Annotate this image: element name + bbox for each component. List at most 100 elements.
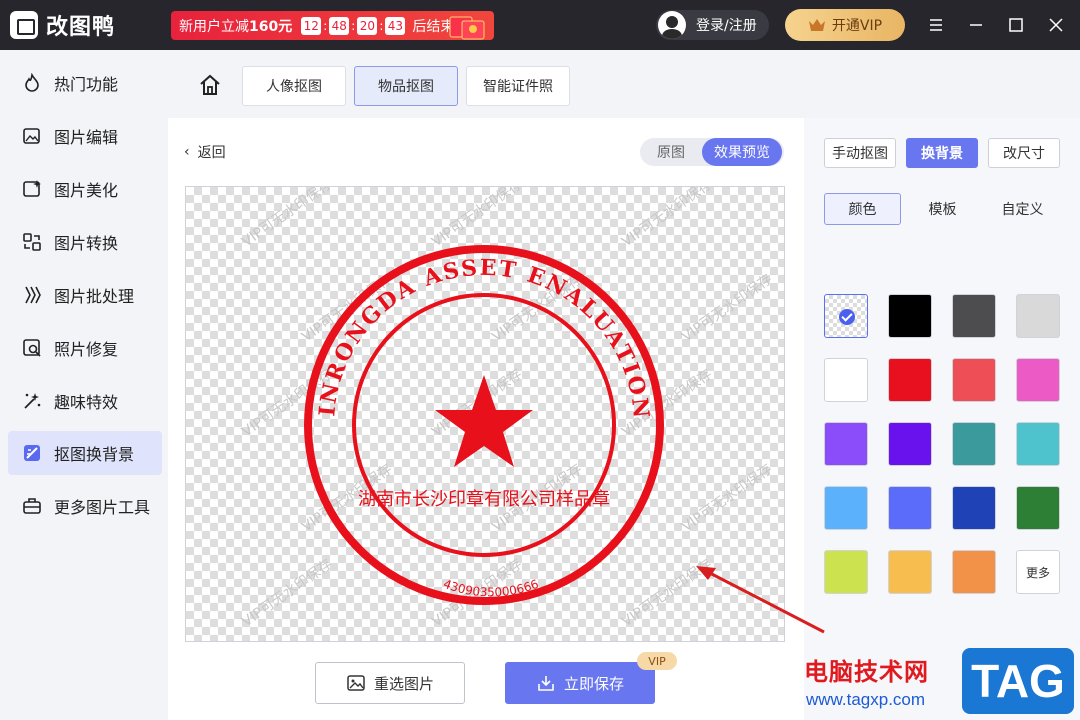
more-colors-button[interactable]: 更多 bbox=[1016, 550, 1060, 594]
color-swatch[interactable] bbox=[1016, 486, 1060, 530]
sidebar-item-label: 图片编辑 bbox=[54, 128, 119, 147]
color-swatch[interactable] bbox=[1016, 358, 1060, 402]
color-swatch[interactable] bbox=[824, 358, 868, 402]
annotation-arrow bbox=[696, 566, 825, 634]
color-swatch[interactable] bbox=[824, 486, 868, 530]
sidebar-item-label: 抠图换背景 bbox=[54, 445, 135, 464]
resize-button[interactable]: 改尺寸 bbox=[988, 138, 1060, 168]
avatar bbox=[658, 11, 686, 39]
color-swatch[interactable] bbox=[952, 294, 996, 338]
sidebar-item-hot[interactable]: 热门功能 bbox=[8, 61, 162, 105]
sidebar-item-beautify[interactable]: 图片美化 bbox=[8, 167, 162, 211]
image-edit-icon bbox=[23, 128, 40, 144]
sidebar-item-label: 趣味特效 bbox=[54, 393, 119, 412]
back-button[interactable]: ‹ 返回 bbox=[184, 142, 226, 162]
minimize-icon[interactable] bbox=[965, 14, 987, 36]
color-swatch[interactable] bbox=[888, 422, 932, 466]
sidebar: 热门功能 图片编辑 图片美化 图片转换 图片批处理 照片修复 趣味特效 抠图换背… bbox=[0, 50, 168, 720]
home-icon[interactable] bbox=[198, 74, 222, 96]
menu-icon[interactable] bbox=[925, 14, 947, 36]
color-swatch[interactable] bbox=[952, 550, 996, 594]
red-envelope-icon bbox=[449, 16, 485, 40]
app-logo: 改图鸭 bbox=[10, 9, 115, 41]
save-label: 立即保存 bbox=[563, 674, 624, 693]
toolbox-icon bbox=[23, 498, 41, 514]
tab-object-cutout[interactable]: 物品抠图 bbox=[354, 66, 458, 106]
photo-repair-icon bbox=[23, 339, 41, 357]
color-swatch[interactable] bbox=[952, 358, 996, 402]
stamp-inner-text: 湖南市长沙印章有限公司样品章 bbox=[358, 489, 610, 510]
sidebar-item-batch[interactable]: 图片批处理 bbox=[8, 273, 162, 317]
tab-bar: 人像抠图 物品抠图 智能证件照 bbox=[168, 50, 1080, 118]
color-swatch[interactable] bbox=[888, 550, 932, 594]
site-watermark: 电脑技术网 www.tagxp.com TAG bbox=[800, 646, 1080, 720]
sidebar-item-cutout[interactable]: 抠图换背景 bbox=[8, 431, 162, 475]
close-icon[interactable] bbox=[1045, 14, 1067, 36]
back-label: 返回 bbox=[197, 145, 226, 161]
cutout-icon bbox=[24, 445, 40, 461]
svg-text:HUNAN XINRONGDA ASSET ENALUATI: HUNAN XINRONGDA ASSET ENALUATION CO.,LTD… bbox=[186, 187, 654, 421]
sidebar-item-edit[interactable]: 图片编辑 bbox=[8, 114, 162, 158]
title-bar: 改图鸭 新用户立减 160元 12: 48: 20: 43 后结束 登录/注册 开… bbox=[0, 0, 1080, 50]
sidebar-item-label: 图片美化 bbox=[54, 181, 119, 200]
sidebar-item-label: 更多图片工具 bbox=[54, 498, 151, 517]
open-vip-label: 开通VIP bbox=[831, 18, 883, 34]
color-swatch[interactable] bbox=[1016, 422, 1060, 466]
promo-text: 新用户立减 bbox=[179, 18, 249, 35]
color-swatch[interactable] bbox=[888, 358, 932, 402]
sidebar-item-more-tools[interactable]: 更多图片工具 bbox=[8, 484, 162, 528]
color-swatch[interactable] bbox=[952, 486, 996, 530]
batch-icon bbox=[25, 286, 41, 304]
chevron-left-icon: ‹ bbox=[184, 144, 190, 160]
app-title: 改图鸭 bbox=[46, 15, 116, 40]
manual-cutout-button[interactable]: 手动抠图 bbox=[824, 138, 896, 168]
site-name: 电脑技术网 bbox=[804, 658, 929, 686]
countdown-seconds: 20 bbox=[357, 16, 378, 35]
view-toggle: 原图 效果预览 bbox=[640, 138, 784, 166]
stamp-star bbox=[435, 375, 533, 467]
tab-template[interactable]: 模板 bbox=[904, 193, 981, 225]
color-swatch[interactable] bbox=[952, 422, 996, 466]
stamp-outer-text: HUNAN XINRONGDA ASSET ENALUATION CO.,LTD… bbox=[186, 187, 652, 421]
maximize-icon[interactable] bbox=[1005, 14, 1027, 36]
change-background-button[interactable]: 换背景 bbox=[906, 138, 978, 168]
countdown-ms: 43 bbox=[385, 16, 406, 35]
site-tag-logo: TAG bbox=[962, 648, 1074, 714]
image-beautify-icon bbox=[23, 180, 41, 197]
sparkle-icon bbox=[24, 393, 41, 409]
download-icon bbox=[538, 676, 554, 691]
vip-badge: VIP bbox=[637, 652, 677, 670]
promo-banner[interactable]: 新用户立减 160元 12: 48: 20: 43 后结束 bbox=[171, 11, 494, 40]
login-label: 登录/注册 bbox=[696, 18, 757, 34]
sidebar-item-repair[interactable]: 照片修复 bbox=[8, 326, 162, 370]
image-icon bbox=[347, 675, 365, 691]
swatch-transparent[interactable] bbox=[824, 294, 868, 338]
main-area: 人像抠图 物品抠图 智能证件照 ‹ 返回 原图 效果预览 VIP可无水印保存 VI… bbox=[168, 50, 1080, 720]
tab-custom[interactable]: 自定义 bbox=[984, 193, 1061, 225]
color-swatch[interactable] bbox=[1016, 294, 1060, 338]
color-swatch[interactable] bbox=[888, 294, 932, 338]
toggle-preview[interactable]: 效果预览 bbox=[702, 138, 782, 166]
login-button[interactable]: 登录/注册 bbox=[656, 10, 769, 40]
sidebar-item-label: 图片批处理 bbox=[54, 287, 135, 306]
check-icon bbox=[839, 309, 855, 325]
reselect-image-button[interactable]: 重选图片 bbox=[315, 662, 465, 704]
tab-portrait-cutout[interactable]: 人像抠图 bbox=[242, 66, 346, 106]
tab-color[interactable]: 颜色 bbox=[824, 193, 901, 225]
color-swatch[interactable] bbox=[824, 422, 868, 466]
right-panel: 手动抠图 换背景 改尺寸 颜色 模板 自定义 更多 bbox=[804, 118, 1080, 720]
sidebar-item-effects[interactable]: 趣味特效 bbox=[8, 379, 162, 423]
toggle-original[interactable]: 原图 bbox=[640, 138, 702, 166]
sidebar-item-label: 图片转换 bbox=[54, 234, 119, 253]
image-convert-icon bbox=[23, 233, 41, 251]
countdown-hours: 12 bbox=[301, 16, 322, 35]
tab-id-photo[interactable]: 智能证件照 bbox=[466, 66, 570, 106]
color-swatch[interactable] bbox=[824, 550, 868, 594]
open-vip-button[interactable]: 开通VIP bbox=[785, 9, 905, 41]
save-button[interactable]: 立即保存 bbox=[505, 662, 655, 704]
sidebar-item-convert[interactable]: 图片转换 bbox=[8, 220, 162, 264]
site-url: www.tagxp.com bbox=[806, 690, 926, 709]
promo-amount: 160元 bbox=[249, 18, 293, 35]
color-swatch[interactable] bbox=[888, 486, 932, 530]
app-logo-icon bbox=[10, 11, 38, 39]
